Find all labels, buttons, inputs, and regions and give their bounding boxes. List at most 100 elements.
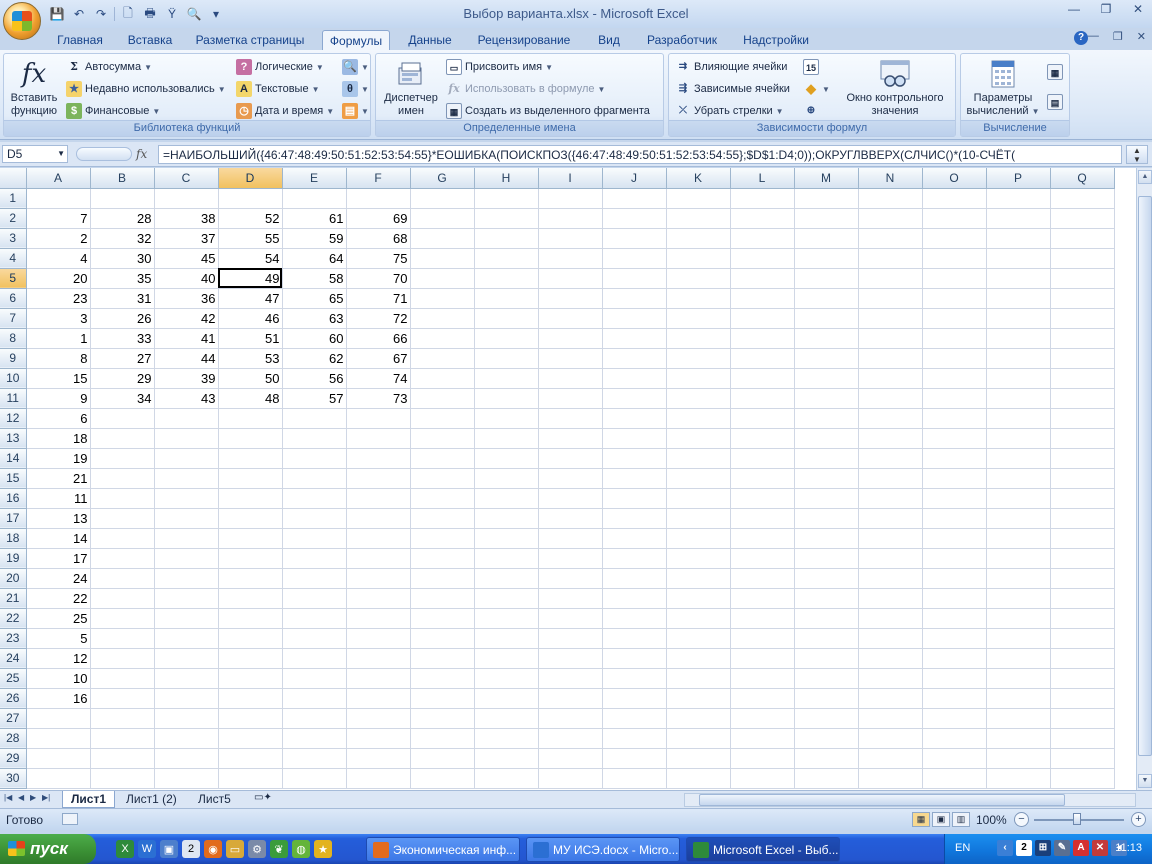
cell-j8[interactable] bbox=[602, 328, 667, 349]
row-header[interactable]: 7 bbox=[0, 308, 27, 329]
cell-c11[interactable]: 43 bbox=[154, 388, 219, 409]
cell-j12[interactable] bbox=[602, 408, 667, 429]
cell-n21[interactable] bbox=[858, 588, 923, 609]
cell-e30[interactable] bbox=[282, 768, 347, 789]
cell-f29[interactable] bbox=[346, 748, 411, 769]
cell-k2[interactable] bbox=[666, 208, 731, 229]
cell-g20[interactable] bbox=[410, 568, 475, 589]
cell-b27[interactable] bbox=[90, 708, 155, 729]
cell-l2[interactable] bbox=[730, 208, 795, 229]
cell-e25[interactable] bbox=[282, 668, 347, 689]
cell-p23[interactable] bbox=[986, 628, 1051, 649]
cell-d7[interactable]: 46 bbox=[218, 308, 283, 329]
tab-developer[interactable]: Разработчик bbox=[640, 30, 724, 50]
windows-quicklaunch-icon[interactable]: ▣ bbox=[160, 840, 178, 858]
cell-c10[interactable]: 39 bbox=[154, 368, 219, 389]
cell-d21[interactable] bbox=[218, 588, 283, 609]
cell-p19[interactable] bbox=[986, 548, 1051, 569]
cell-h13[interactable] bbox=[474, 428, 539, 449]
cell-e28[interactable] bbox=[282, 728, 347, 749]
cell-c28[interactable] bbox=[154, 728, 219, 749]
cell-o16[interactable] bbox=[922, 488, 987, 509]
cell-i14[interactable] bbox=[538, 448, 603, 469]
calculate-now-button[interactable]: ▦ bbox=[1047, 64, 1063, 80]
cell-h17[interactable] bbox=[474, 508, 539, 529]
cell-a18[interactable]: 14 bbox=[26, 528, 91, 549]
cell-c1[interactable] bbox=[154, 188, 219, 209]
cell-f8[interactable]: 66 bbox=[346, 328, 411, 349]
cell-m2[interactable] bbox=[794, 208, 859, 229]
cell-h28[interactable] bbox=[474, 728, 539, 749]
office-button[interactable] bbox=[3, 2, 41, 40]
cell-c30[interactable] bbox=[154, 768, 219, 789]
row-header[interactable]: 2 bbox=[0, 208, 27, 229]
cell-o10[interactable] bbox=[922, 368, 987, 389]
cell-q25[interactable] bbox=[1050, 668, 1115, 689]
cell-k23[interactable] bbox=[666, 628, 731, 649]
cell-a4[interactable]: 4 bbox=[26, 248, 91, 269]
horizontal-scroll-thumb[interactable] bbox=[699, 794, 1065, 806]
cell-f30[interactable] bbox=[346, 768, 411, 789]
cell-p17[interactable] bbox=[986, 508, 1051, 529]
cell-a23[interactable]: 5 bbox=[26, 628, 91, 649]
cell-j5[interactable] bbox=[602, 268, 667, 289]
horizontal-scrollbar[interactable] bbox=[684, 793, 1136, 807]
cell-i23[interactable] bbox=[538, 628, 603, 649]
cell-e3[interactable]: 59 bbox=[282, 228, 347, 249]
cell-e9[interactable]: 62 bbox=[282, 348, 347, 369]
cell-a9[interactable]: 8 bbox=[26, 348, 91, 369]
cell-a19[interactable]: 17 bbox=[26, 548, 91, 569]
row-header[interactable]: 10 bbox=[0, 368, 27, 389]
cell-h6[interactable] bbox=[474, 288, 539, 309]
row-header[interactable]: 20 bbox=[0, 568, 27, 589]
cell-l8[interactable] bbox=[730, 328, 795, 349]
cell-q17[interactable] bbox=[1050, 508, 1115, 529]
cell-n28[interactable] bbox=[858, 728, 923, 749]
cell-j28[interactable] bbox=[602, 728, 667, 749]
cell-q22[interactable] bbox=[1050, 608, 1115, 629]
cell-q9[interactable] bbox=[1050, 348, 1115, 369]
cell-e2[interactable]: 61 bbox=[282, 208, 347, 229]
cell-m5[interactable] bbox=[794, 268, 859, 289]
cell-c7[interactable]: 42 bbox=[154, 308, 219, 329]
cell-b17[interactable] bbox=[90, 508, 155, 529]
cell-f2[interactable]: 69 bbox=[346, 208, 411, 229]
cell-d15[interactable] bbox=[218, 468, 283, 489]
taskbar-item-firefox[interactable]: Экономическая инф... bbox=[366, 837, 520, 862]
cell-g6[interactable] bbox=[410, 288, 475, 309]
cell-i27[interactable] bbox=[538, 708, 603, 729]
cell-p26[interactable] bbox=[986, 688, 1051, 709]
cell-h14[interactable] bbox=[474, 448, 539, 469]
cell-p15[interactable] bbox=[986, 468, 1051, 489]
cell-n1[interactable] bbox=[858, 188, 923, 209]
cell-e14[interactable] bbox=[282, 448, 347, 469]
cell-n29[interactable] bbox=[858, 748, 923, 769]
cell-p2[interactable] bbox=[986, 208, 1051, 229]
cell-q19[interactable] bbox=[1050, 548, 1115, 569]
row-header[interactable]: 29 bbox=[0, 748, 27, 769]
cell-i17[interactable] bbox=[538, 508, 603, 529]
cell-f27[interactable] bbox=[346, 708, 411, 729]
cell-d25[interactable] bbox=[218, 668, 283, 689]
cell-b3[interactable]: 32 bbox=[90, 228, 155, 249]
cell-c8[interactable]: 41 bbox=[154, 328, 219, 349]
cell-b29[interactable] bbox=[90, 748, 155, 769]
formula-bar-splitter[interactable] bbox=[76, 147, 132, 161]
cell-c16[interactable] bbox=[154, 488, 219, 509]
cell-e18[interactable] bbox=[282, 528, 347, 549]
cell-k12[interactable] bbox=[666, 408, 731, 429]
cell-f11[interactable]: 73 bbox=[346, 388, 411, 409]
row-header[interactable]: 4 bbox=[0, 248, 27, 269]
cell-n14[interactable] bbox=[858, 448, 923, 469]
cell-n13[interactable] bbox=[858, 428, 923, 449]
cell-l28[interactable] bbox=[730, 728, 795, 749]
cell-c9[interactable]: 44 bbox=[154, 348, 219, 369]
cell-m28[interactable] bbox=[794, 728, 859, 749]
cell-j25[interactable] bbox=[602, 668, 667, 689]
remove-arrows-button[interactable]: ⤫ Убрать стрелки ▼ bbox=[675, 103, 784, 119]
cell-o3[interactable] bbox=[922, 228, 987, 249]
tab-addins[interactable]: Надстройки bbox=[736, 30, 816, 50]
cell-g5[interactable] bbox=[410, 268, 475, 289]
cell-b2[interactable]: 28 bbox=[90, 208, 155, 229]
cell-l9[interactable] bbox=[730, 348, 795, 369]
